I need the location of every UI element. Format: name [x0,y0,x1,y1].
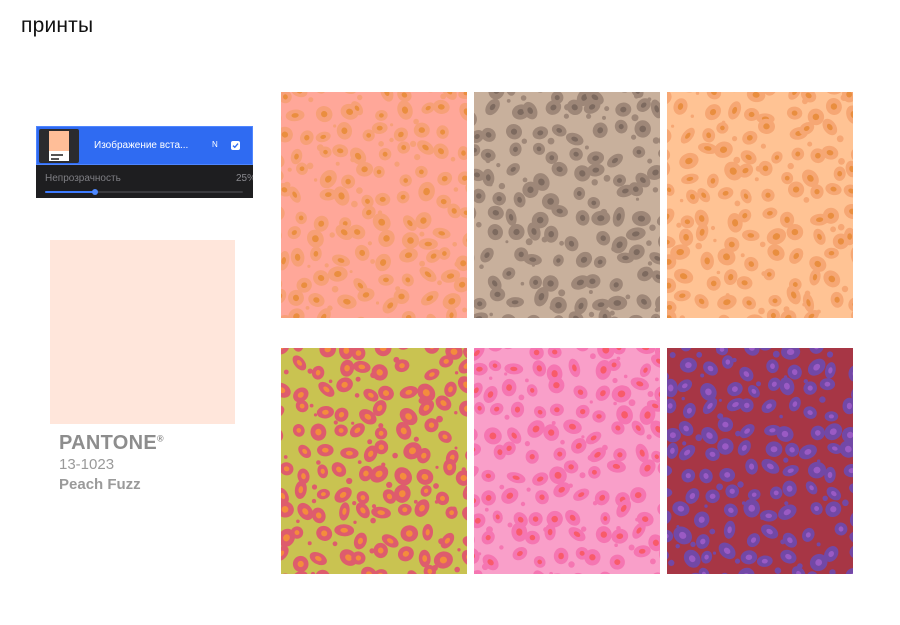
leopard-print-pattern [281,92,467,318]
blend-mode-button[interactable]: N [212,140,218,149]
opacity-slider-fill [45,191,95,193]
pantone-code: 13-1023 [59,456,115,473]
print-tile [281,92,467,318]
checkmark-icon [232,143,239,149]
leopard-print-pattern [474,348,660,574]
page-title: принты [21,14,94,37]
print-tile [667,92,853,318]
pantone-name: Peach Fuzz [59,476,141,493]
registered-mark: ® [157,433,164,444]
leopard-print-pattern [281,348,467,574]
pantone-brand: PANTONE® [59,432,164,455]
leopard-print-pattern [667,92,853,318]
layer-row[interactable]: Изображение вста... N [36,126,253,165]
opacity-slider-handle[interactable] [91,189,98,195]
layer-thumbnail [39,129,79,163]
layer-visibility-checkbox[interactable] [231,141,240,150]
opacity-slider[interactable] [45,189,243,195]
layer-name: Изображение вста... [94,140,189,151]
opacity-value: 25% [235,173,253,184]
pantone-swatch [50,240,235,424]
leopard-print-pattern [667,348,853,574]
print-tile [474,92,660,318]
pantone-brand-text: PANTONE [59,432,158,454]
print-tile [667,348,853,574]
print-tile [281,348,467,574]
print-tile [474,348,660,574]
leopard-print-pattern [474,92,660,318]
layer-panel: Изображение вста... N Непрозрачность 25% [36,126,253,198]
opacity-label: Непрозрачность [45,173,121,184]
